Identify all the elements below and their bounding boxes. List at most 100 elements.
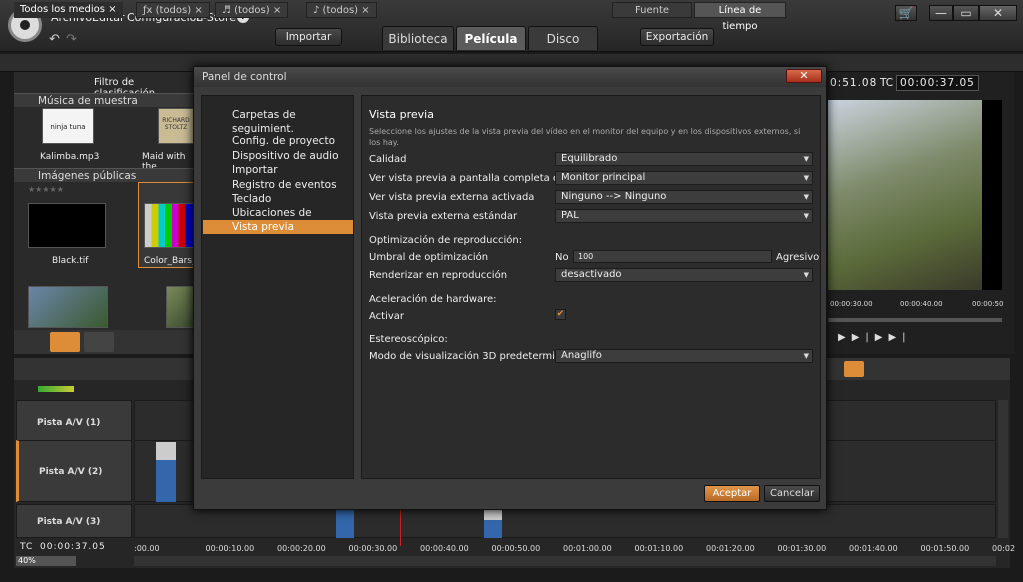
threshold-min-label: No (555, 252, 569, 263)
black-thumbnail[interactable] (28, 203, 106, 248)
photo-clip-2[interactable] (484, 510, 502, 538)
hw-heading: Aceleración de hardware: (369, 294, 497, 305)
photo-thumbnail-2[interactable] (166, 286, 194, 328)
stereo-heading: Estereoscópico: (369, 334, 448, 345)
calidad-select[interactable]: Equilibrado (555, 152, 813, 166)
timeline-ruler-label: 00:01:50.00 (920, 544, 970, 553)
track-header-3[interactable]: Pista A/V (3) (16, 504, 132, 538)
redo-icon[interactable]: ↷ (66, 32, 77, 47)
nav-teclado[interactable]: Teclado (203, 192, 353, 206)
optimization-heading: Optimización de reproducción: (369, 235, 523, 246)
preview-scrubber[interactable] (828, 318, 1002, 322)
color-bars-thumbnail[interactable] (144, 203, 194, 248)
tab-pelicula[interactable]: Película (456, 26, 526, 50)
timeline-ruler-label: 00:01:00.00 (563, 544, 612, 553)
dialog-title: Panel de control (194, 67, 826, 87)
fullscreen-select[interactable]: Monitor principal (555, 171, 813, 185)
horizontal-scrollbar[interactable] (134, 556, 996, 566)
external-preview-label: Ver vista previa externa activada (369, 192, 535, 203)
minimize-button[interactable]: — (929, 5, 953, 21)
section-title: Vista previa (369, 108, 434, 121)
timeline-ruler-label: 00:01:40.00 (849, 544, 898, 553)
track-name: Pista A/V (3) (37, 517, 101, 527)
tab-audio[interactable]: ♬ (todos) × (215, 2, 289, 18)
render-label: Renderizar en reproducción (369, 270, 508, 281)
accept-button[interactable]: Aceptar (704, 485, 760, 502)
color-bars-label: Color_Bars_ (144, 256, 197, 266)
maximize-button[interactable]: ▭ (953, 5, 979, 21)
playback-controls[interactable]: ▶▶|▶▶| (838, 332, 912, 343)
timeline-ruler-label: 00:01:20.00 (706, 544, 755, 553)
threshold-max-label: Agresivo (776, 252, 820, 263)
dialog-close-button[interactable]: ✕ (786, 69, 822, 83)
hw-activate-checkbox[interactable]: ✔ (555, 309, 566, 320)
section-description: Seleccione los ajustes de la vista previ… (369, 127, 801, 147)
nav-ubicaciones[interactable]: Ubicaciones de almacen. (203, 206, 353, 233)
nav-registro-eventos[interactable]: Registro de eventos (203, 178, 353, 192)
export-button[interactable]: Exportación (640, 28, 714, 46)
vertical-scrollbar[interactable] (998, 400, 1008, 538)
external-standard-select[interactable]: PAL (555, 209, 813, 223)
preview-timecode[interactable]: 00:00:37.05 (896, 75, 979, 91)
kalimba-thumbnail[interactable]: ninja tuna (42, 108, 94, 144)
photo-clip[interactable] (336, 510, 354, 538)
nav-carpetas[interactable]: Carpetas de seguimient. (203, 108, 353, 135)
timeline-ruler-label: 00:00:10.00 (205, 544, 255, 553)
settings-pane: Vista previa Seleccione los ajustes de l… (361, 95, 821, 479)
timeline-tc-label: TC (20, 542, 34, 552)
timeline-ruler-label: 00:00:30.00 (348, 544, 398, 553)
close-window-button[interactable]: ✕ (979, 5, 1017, 21)
list-view-icon[interactable] (84, 332, 114, 352)
stereo-select[interactable]: Anaglifo (555, 349, 813, 363)
tab-linea-tiempo[interactable]: Línea de tiempo (694, 2, 786, 32)
nav-config-proyecto[interactable]: Config. de proyecto (203, 134, 353, 148)
tab-fuente[interactable]: Fuente (612, 2, 692, 18)
magnet-icon[interactable] (844, 361, 864, 377)
preview-timecode-left: 0:51.08 (830, 77, 878, 89)
fullscreen-label: Ver vista previa a pantalla completa en (369, 173, 566, 184)
timeline-ruler-label: 00:01:10.00 (634, 544, 684, 553)
nav-importar[interactable]: Importar (203, 163, 353, 177)
undo-icon[interactable]: ↶ (49, 32, 60, 47)
black-label: Black.tif (52, 256, 89, 266)
store-icon[interactable]: 🛒 (895, 5, 917, 21)
ruler-label: 00:00:30.00 (830, 300, 873, 308)
photo-thumbnail[interactable] (28, 286, 108, 328)
video-letterbox (982, 100, 1002, 290)
hw-activate-label: Activar (369, 311, 405, 322)
video-frame (828, 100, 982, 290)
timeline-ruler-label: 00:00:20.00 (277, 544, 326, 553)
timeline-ruler-label: 00:01:30.00 (777, 544, 827, 553)
tab-disco[interactable]: Disco (528, 26, 598, 50)
dialog-nav-pane: Carpetas de seguimient. Config. de proye… (201, 95, 354, 479)
threshold-slider[interactable]: 100 (573, 250, 772, 263)
track-header-2[interactable]: Pista A/V (2) (16, 440, 132, 502)
rating-stars[interactable]: ★★★★★ (28, 185, 64, 194)
external-standard-label: Vista previa externa estándar (369, 211, 518, 222)
color-bars-clip[interactable] (156, 442, 176, 502)
nav-vista-previa[interactable]: Vista previa (203, 220, 353, 234)
threshold-label: Umbral de optimización (369, 252, 489, 263)
tc-label: TC (880, 77, 894, 89)
section-music[interactable]: Música de muestra (14, 93, 194, 107)
timeline-timecode[interactable]: 00:00:37.05 (40, 542, 106, 552)
tab-biblioteca[interactable]: Biblioteca (382, 26, 454, 50)
kalimba-label: Kalimba.mp3 (40, 152, 100, 162)
external-preview-select[interactable]: Ninguno --> Ninguno (555, 190, 813, 204)
grid-view-icon[interactable] (50, 332, 80, 352)
tab-music[interactable]: ♪ (todos) × (306, 2, 377, 18)
timeline-ruler-label: 00:00:50.00 (491, 544, 541, 553)
zoom-level[interactable]: 40% (16, 556, 76, 566)
track-name: Pista A/V (1) (37, 418, 101, 428)
import-button[interactable]: Importar (275, 28, 342, 46)
tab-effects[interactable]: ƒx (todos) × (136, 2, 210, 18)
stereo-label: Modo de visualización 3D predeterminado (369, 351, 580, 362)
timeline-ruler-label: 00:00:40.00 (420, 544, 469, 553)
tab-all-media[interactable]: Todos los medios × (14, 2, 123, 18)
nav-dispositivo-audio[interactable]: Dispositivo de audio (203, 149, 353, 163)
section-images[interactable]: Imágenes públicas (14, 168, 194, 182)
maid-thumbnail[interactable]: RICHARD STOLTZ (158, 108, 194, 144)
render-select[interactable]: desactivado (555, 268, 813, 282)
ruler-label: 00:00:50 (972, 300, 1004, 308)
cancel-button[interactable]: Cancelar (764, 485, 820, 502)
